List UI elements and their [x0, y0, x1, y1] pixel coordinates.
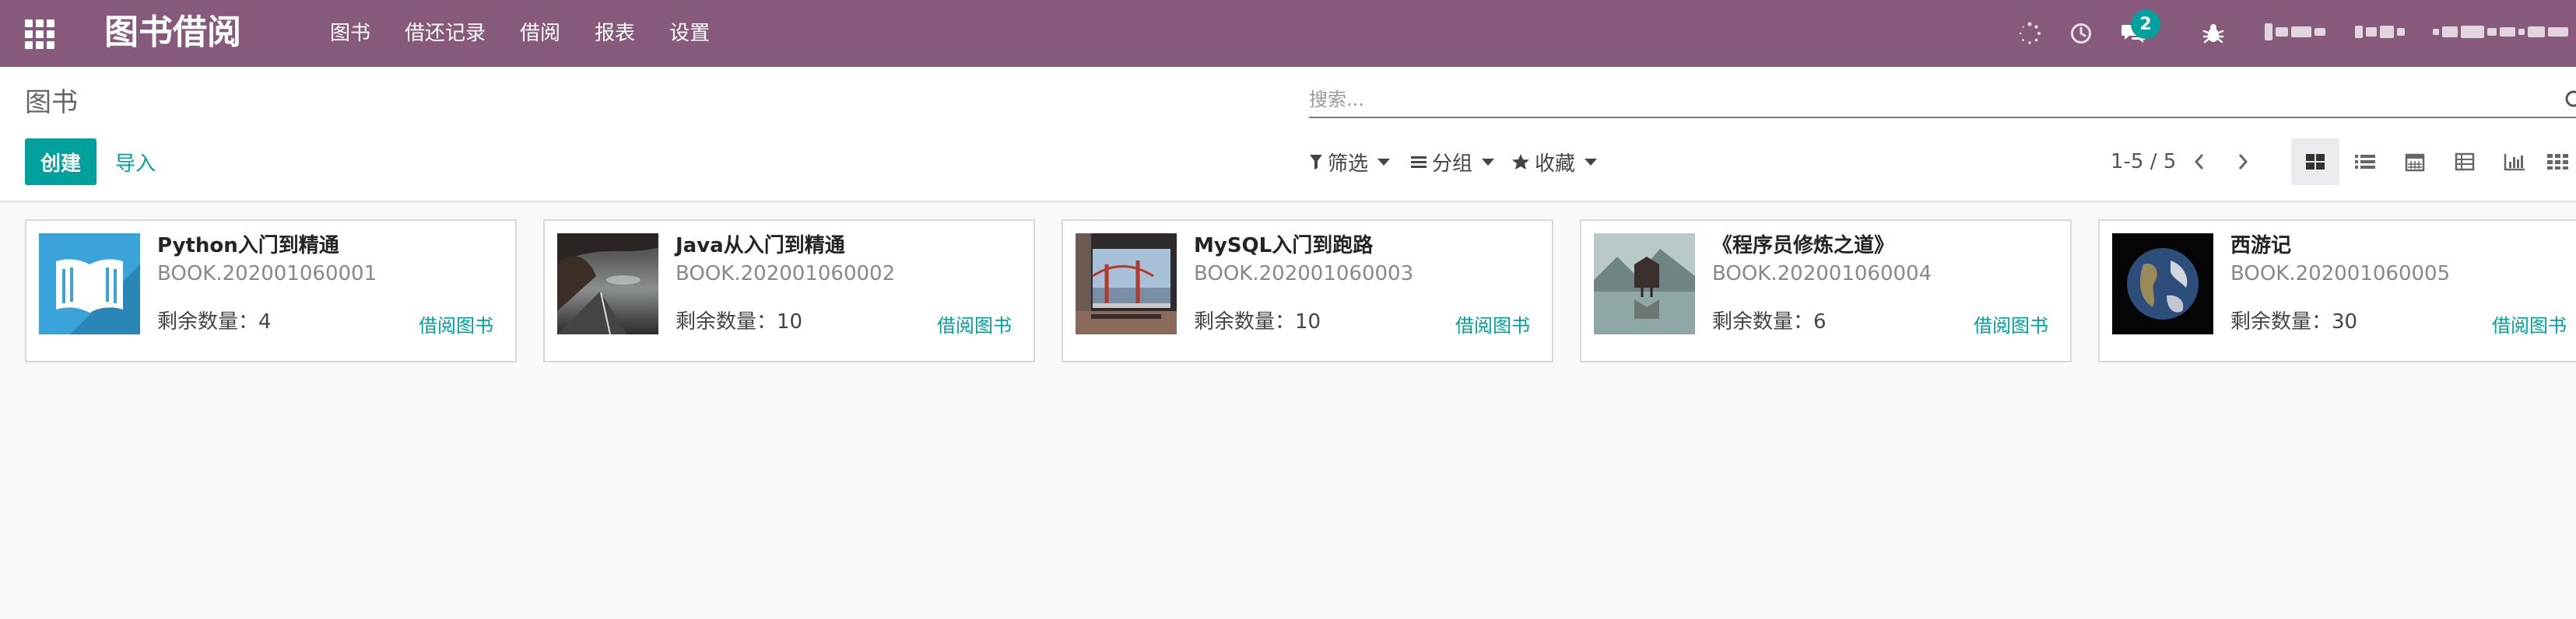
stock-value: 10 [1295, 310, 1321, 334]
list-view-button[interactable] [2341, 138, 2389, 185]
filter-label: 筛选 [1328, 152, 1369, 176]
borrow-book-button[interactable]: 借阅图书 [419, 313, 493, 339]
main-menu: 图书 借还记录 借阅 报表 设置 [330, 19, 744, 48]
favorites-label: 收藏 [1535, 152, 1576, 176]
graph-view-icon [2504, 152, 2525, 171]
book-stock: 剩余数量：6 [1712, 308, 1827, 336]
calendar-view-button[interactable] [2391, 138, 2439, 185]
stock-label: 剩余数量： [157, 310, 259, 334]
favorites-dropdown[interactable]: 收藏 [1511, 143, 1598, 180]
breadcrumb: 图书 [25, 87, 78, 118]
funnel-icon [1309, 153, 1323, 170]
calendar-view-icon [2405, 152, 2425, 172]
group-by-dropdown[interactable]: 分组 [1410, 143, 1495, 180]
borrow-book-button[interactable]: 借阅图书 [1974, 313, 2048, 339]
book-reference: BOOK.202001060005 [2230, 262, 2451, 285]
pivot-view-button[interactable] [2441, 138, 2489, 185]
stock-value: 30 [2332, 310, 2358, 334]
pager-previous-button[interactable] [2184, 145, 2215, 179]
top-navbar: 图书借阅 图书 借还记录 借阅 报表 设置 2 [0, 0, 2576, 67]
caret-down-icon [1585, 158, 1598, 166]
book-stock: 剩余数量：10 [676, 308, 802, 336]
star-icon [1511, 153, 1530, 170]
kanban-view-button[interactable] [2291, 138, 2339, 185]
company-name-redacted [2355, 20, 2405, 44]
book-card[interactable]: MySQL入门到跑路 BOOK.202001060003 剩余数量：10 借阅图… [1062, 219, 1553, 362]
graph-view-button[interactable] [2490, 138, 2539, 185]
stock-label: 剩余数量： [2230, 310, 2332, 334]
book-stock: 剩余数量：4 [157, 308, 272, 336]
spinner-icon [2014, 0, 2045, 67]
grid-view-icon [2546, 153, 2570, 170]
control-panel: 图书 创建 导入 筛选 分组 收藏 1-5 / 5 [0, 67, 2576, 202]
apps-grid-icon[interactable] [25, 19, 54, 49]
borrow-book-button[interactable]: 借阅图书 [2492, 313, 2567, 339]
menu-item-borrow[interactable]: 借阅 [520, 19, 560, 48]
search-bar [1309, 84, 2576, 118]
book-title[interactable]: 《程序员修炼之道》 [1712, 232, 1894, 260]
book-reference: BOOK.202001060004 [1712, 262, 1932, 285]
company-switcher[interactable] [2265, 20, 2325, 44]
search-icon[interactable] [2564, 89, 2576, 110]
book-cover-image [39, 233, 140, 334]
stock-label: 剩余数量： [676, 310, 777, 334]
book-cover-image [1076, 233, 1177, 334]
book-cover-image [557, 233, 658, 334]
book-title[interactable]: Java从入门到精通 [676, 232, 845, 260]
import-button[interactable]: 导入 [115, 138, 156, 185]
stock-value: 6 [1813, 310, 1827, 334]
clock-icon[interactable] [2065, 0, 2097, 67]
list-bars-icon [1410, 154, 1427, 170]
grid-view-button[interactable] [2540, 138, 2576, 185]
app-title[interactable]: 图书借阅 [104, 11, 241, 54]
stock-label: 剩余数量： [1712, 310, 1814, 334]
borrow-book-button[interactable]: 借阅图书 [937, 313, 1012, 339]
book-stock: 剩余数量：30 [2230, 308, 2357, 336]
list-view-icon [2354, 153, 2376, 170]
book-cover-image [2112, 233, 2213, 334]
menu-item-reports[interactable]: 报表 [595, 19, 635, 48]
search-input[interactable] [1309, 84, 2476, 115]
book-card[interactable]: 西游记 BOOK.202001060005 剩余数量：30 借阅图书 [2098, 219, 2576, 362]
book-card[interactable]: Python入门到精通 BOOK.202001060001 剩余数量：4 借阅图… [25, 219, 517, 362]
bug-icon[interactable] [2198, 0, 2229, 67]
menu-item-books[interactable]: 图书 [330, 19, 370, 48]
create-button[interactable]: 创建 [25, 138, 97, 185]
book-reference: BOOK.202001060002 [676, 262, 896, 285]
book-stock: 剩余数量：10 [1194, 308, 1321, 336]
book-card[interactable]: Java从入门到精通 BOOK.202001060002 剩余数量：10 借阅图… [543, 219, 1035, 362]
book-title[interactable]: Python入门到精通 [157, 232, 339, 260]
caret-down-icon [1377, 158, 1391, 166]
group-by-label: 分组 [1432, 152, 1473, 176]
menu-item-borrow-records[interactable]: 借还记录 [405, 19, 486, 48]
stock-value: 10 [777, 310, 803, 334]
stock-value: 4 [258, 310, 272, 334]
filter-dropdown[interactable]: 筛选 [1309, 143, 1391, 180]
caret-down-icon [1482, 158, 1495, 166]
book-title[interactable]: 西游记 [2230, 232, 2291, 260]
menu-item-settings[interactable]: 设置 [669, 19, 710, 48]
book-reference: BOOK.202001060001 [157, 262, 377, 285]
borrow-book-button[interactable]: 借阅图书 [1455, 313, 1530, 339]
message-count-badge: 2 [2131, 9, 2160, 39]
user-menu[interactable] [2433, 20, 2568, 44]
stock-label: 剩余数量： [1194, 310, 1296, 334]
pager-value[interactable]: 1-5 / 5 [2111, 148, 2176, 176]
pivot-view-icon [2455, 152, 2475, 171]
book-reference: BOOK.202001060003 [1194, 262, 1414, 285]
pager-next-button[interactable] [2227, 145, 2258, 179]
kanban-view-icon [2305, 153, 2325, 170]
book-title[interactable]: MySQL入门到跑路 [1194, 232, 1373, 260]
book-cover-image [1594, 233, 1695, 334]
book-card[interactable]: 《程序员修炼之道》 BOOK.202001060004 剩余数量：6 借阅图书 [1580, 219, 2072, 362]
